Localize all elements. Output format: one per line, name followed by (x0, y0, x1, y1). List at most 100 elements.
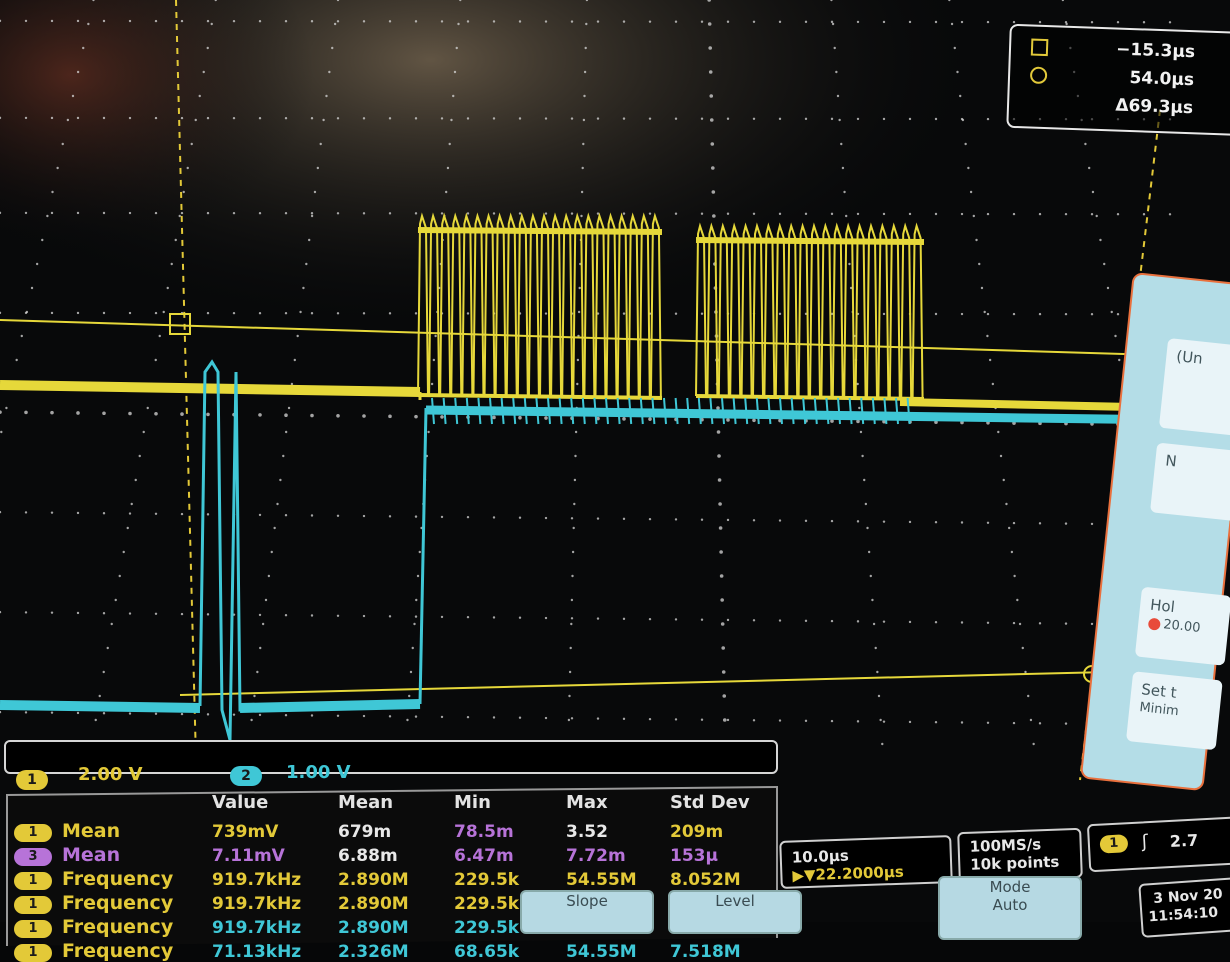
grid-dot (999, 454, 1003, 458)
measurement-label[interactable]: Frequency (62, 868, 173, 890)
grid-dot (804, 719, 808, 723)
grid-dot (310, 312, 314, 315)
grid-dot (622, 517, 626, 521)
level-button[interactable]: Level (668, 890, 802, 934)
trigger-readout[interactable]: 1 ʃ 2.7 (1086, 815, 1230, 873)
measurement-source-badge[interactable]: 1 (14, 896, 52, 914)
grid-dot (861, 454, 864, 458)
cursor-readout: −15.3µs 54.0µs Δ69.3µs (1006, 23, 1230, 137)
grid-dot (859, 430, 863, 434)
grid-dot (279, 478, 282, 482)
grid-dot (418, 550, 421, 554)
grid-dot (466, 515, 470, 519)
holdoff-button[interactable]: Hol 20.00 (1134, 586, 1230, 666)
grid-dot (362, 20, 366, 23)
grid-dot (577, 310, 581, 314)
timebase-position: ▶▼22.2000µs (792, 862, 905, 885)
measurement-label[interactable]: Mean (62, 820, 120, 842)
grid-dot (416, 574, 420, 578)
grid-dot (198, 94, 201, 98)
grid-dot (5, 406, 8, 410)
grid-dot (180, 612, 184, 616)
measurement-source-badge[interactable]: 1 (14, 872, 52, 890)
grid-dot (570, 717, 574, 720)
grid-dot (934, 721, 938, 724)
grid-dot (674, 312, 678, 315)
grid-dot (50, 116, 54, 120)
grid-dot (122, 550, 125, 554)
grid-dot (284, 20, 288, 23)
measurement-source-badge[interactable]: 1 (14, 920, 52, 938)
measurement-source-badge[interactable]: 1 (14, 944, 52, 962)
channel-2-badge[interactable]: 2 (230, 766, 262, 786)
grid-dot (721, 670, 726, 674)
grid-dot (50, 211, 54, 215)
grid-dot (881, 742, 884, 746)
grid-dot (908, 620, 912, 624)
grid-dot (444, 190, 448, 194)
side-menu-button-1[interactable]: (Un (1158, 338, 1230, 437)
grid-dot (571, 550, 575, 554)
grid-dot (336, 117, 340, 120)
grid-dot (573, 478, 577, 482)
grid-dot (267, 574, 271, 578)
mode-button[interactable]: Mode Auto (938, 876, 1082, 940)
side-menu-button-2[interactable]: N (1149, 442, 1230, 522)
set-to-minimum-button[interactable]: Set t Minim (1125, 671, 1223, 751)
slope-button[interactable]: Slope (520, 890, 654, 934)
grid-dot (1012, 721, 1016, 725)
measurement-label[interactable]: Mean (62, 844, 120, 866)
channel-2-scale[interactable]: 1.00 V (286, 762, 351, 783)
grid-dot (856, 117, 860, 121)
measurement-label[interactable]: Frequency (62, 916, 173, 938)
grid-dot (128, 211, 132, 215)
grid-dot (934, 20, 938, 24)
grid-dot (446, 166, 450, 170)
measurement-label[interactable]: Frequency (62, 940, 173, 962)
grid-dot (415, 598, 418, 602)
grid-dot (1106, 286, 1110, 290)
measurement-value: 7.11mV (212, 846, 285, 866)
grid-dot (24, 19, 28, 23)
grid-dot (726, 618, 730, 622)
grid-dot (866, 526, 869, 530)
measurement-source-badge[interactable]: 3 (14, 848, 52, 866)
grid-dot (934, 117, 938, 121)
grid-dot (114, 598, 117, 602)
ch1-baseline-left (0, 380, 421, 397)
measurement-label[interactable]: Frequency (62, 892, 173, 914)
grid-dot (138, 454, 141, 458)
measurement-source-badge[interactable]: 1 (14, 824, 52, 842)
grid-dot (1142, 213, 1146, 216)
grid-dot (622, 617, 626, 621)
grid-dot (882, 117, 886, 121)
grid-dot (76, 311, 80, 315)
grid-dot (1012, 212, 1016, 216)
grid-dot (830, 619, 834, 623)
grid-dot (700, 518, 704, 521)
acquisition-readout[interactable]: 100MS/s 10k points (957, 827, 1083, 883)
channel-1-scale[interactable]: 2.00 V (78, 764, 143, 785)
grid-dot (840, 142, 843, 146)
grid-dot (310, 614, 314, 617)
waveform-display (0, 0, 1230, 922)
grid-dot (830, 20, 834, 24)
grid-dot (102, 116, 106, 120)
grid-dot (838, 118, 841, 122)
horizontal-timebase-readout[interactable]: 10.0µs ▶▼22.2000µs (779, 835, 953, 889)
grid-dot (302, 286, 305, 290)
grid-dot (518, 415, 522, 420)
grid-dot (674, 20, 678, 23)
grid-dot (1032, 742, 1035, 746)
grid-dot (232, 311, 236, 315)
grid-dot (166, 286, 169, 290)
grid-dot (877, 694, 881, 698)
grid-dot (362, 312, 366, 315)
screen-glare-left (0, 0, 700, 500)
grid-dot (440, 515, 444, 519)
grid-dot (752, 20, 756, 23)
channel-1-badge[interactable]: 1 (16, 770, 48, 790)
grid-dot (250, 718, 253, 722)
grid-dot (960, 212, 964, 216)
grid-dot (585, 22, 588, 26)
